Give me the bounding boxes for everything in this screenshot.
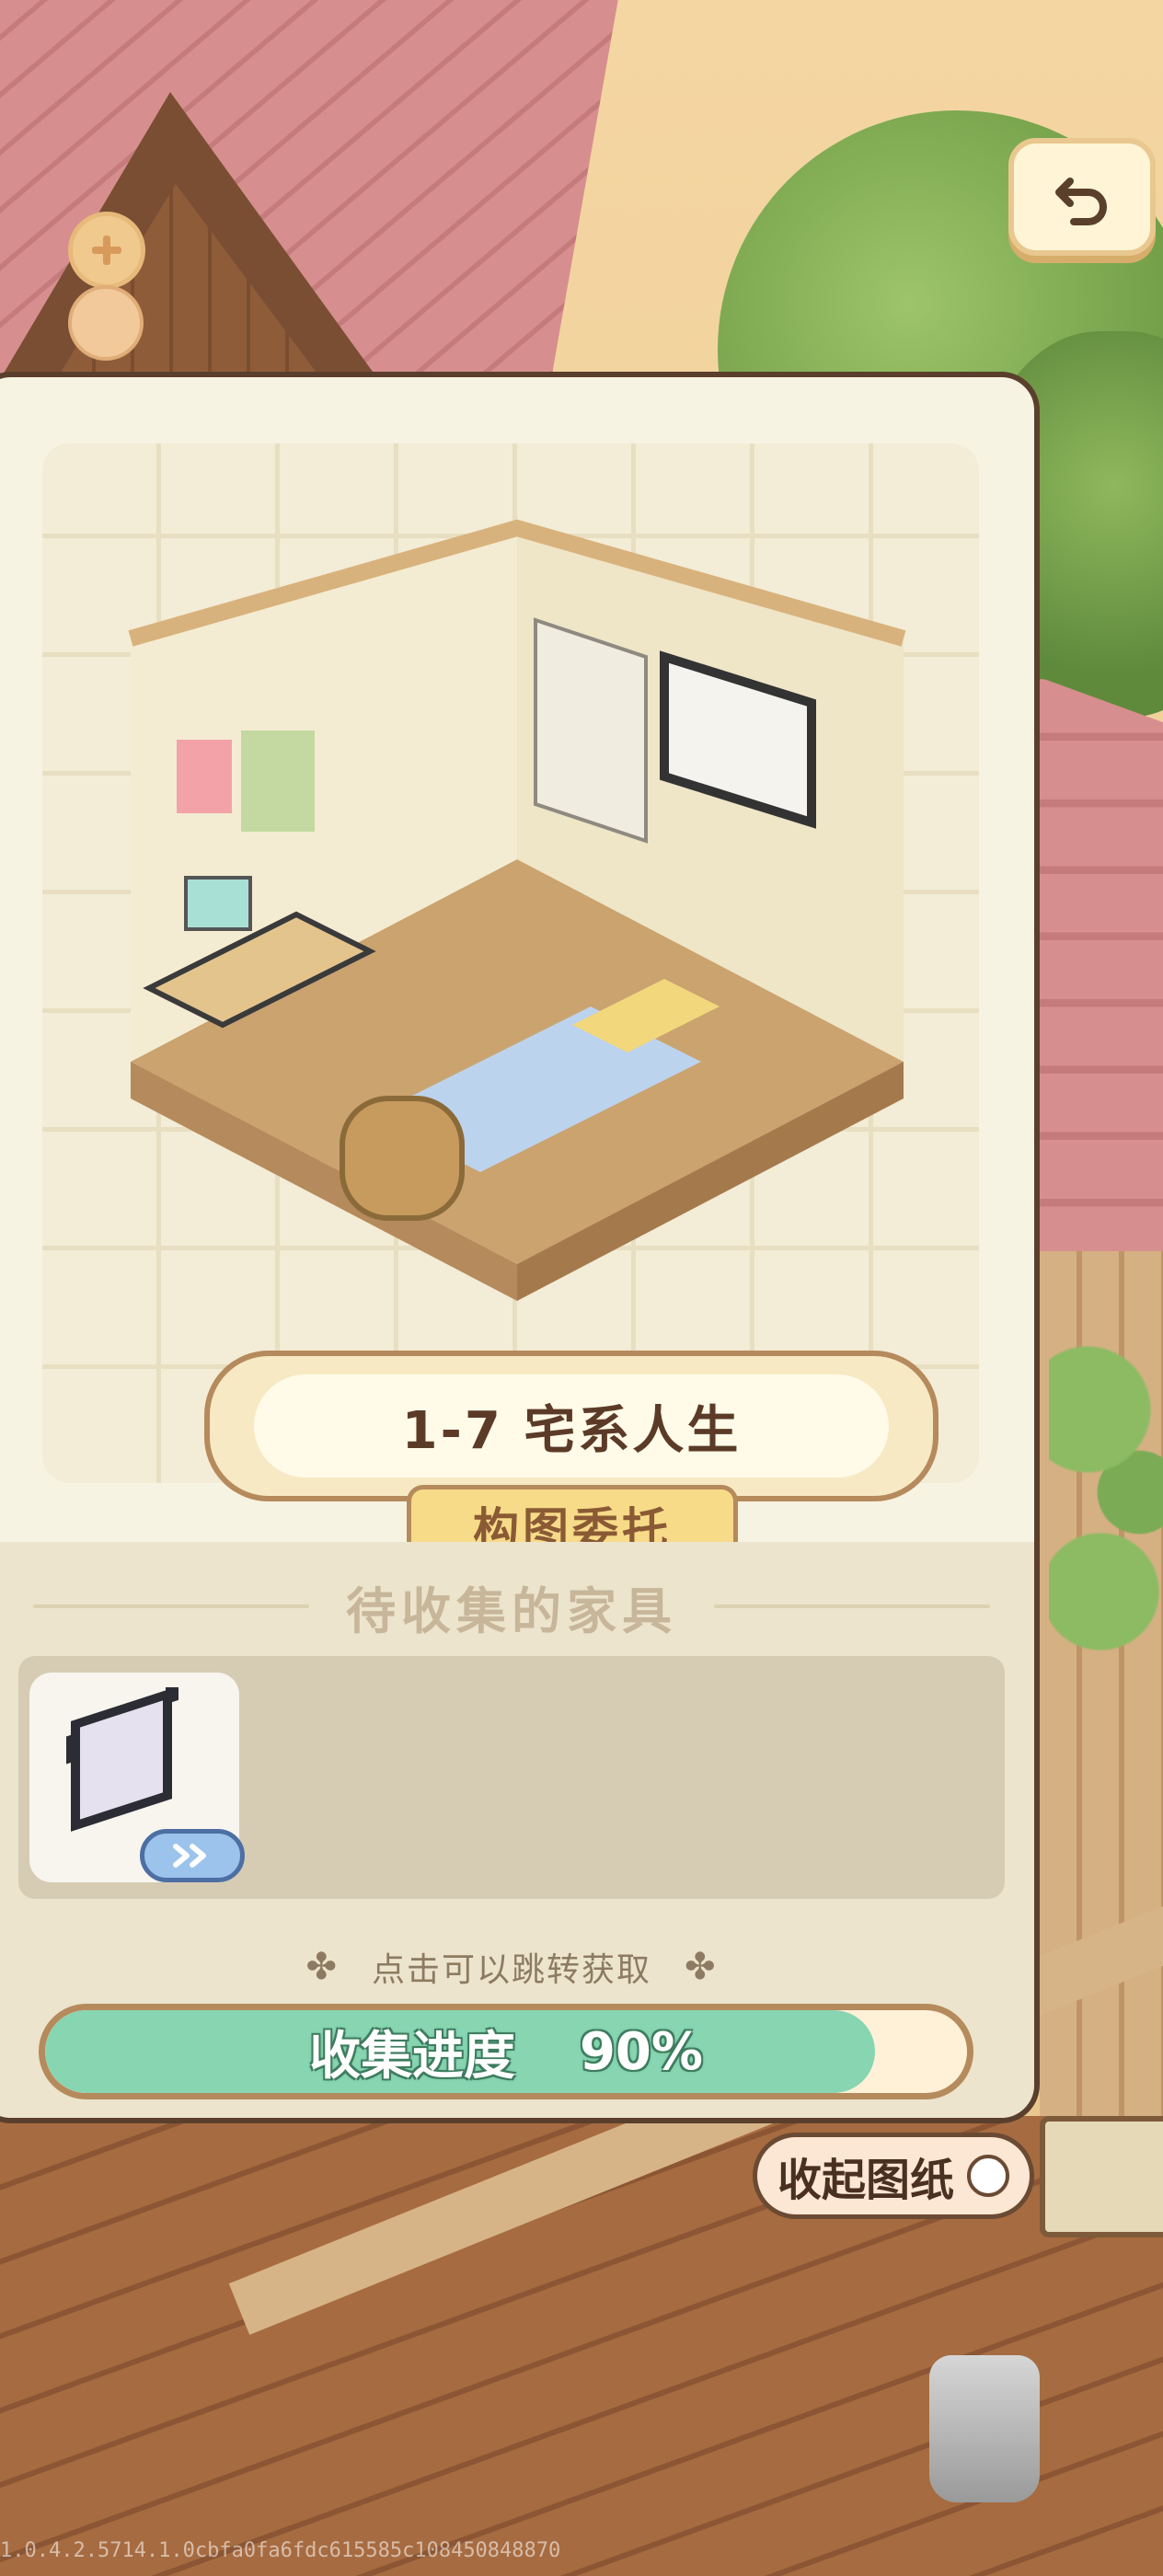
progress-value: 90% (579, 2021, 704, 2082)
hint-text-row: ✤ 点击可以跳转获取 ✤ (0, 1939, 1034, 1995)
watering-can (929, 2355, 1040, 2502)
version-string: 1.0.4.2.5714.1.0cbfa0fa6fdc615585c108450… (0, 2539, 561, 2562)
undo-arrow-icon (1055, 178, 1107, 225)
divider-left (33, 1604, 309, 1608)
side-table (1040, 2116, 1163, 2237)
collapse-icon (967, 2155, 1009, 2197)
avatar[interactable] (68, 285, 144, 361)
progress-text: 收集进度 90% (45, 2010, 967, 2093)
hint-text: 点击可以跳转获取 (371, 1951, 651, 1989)
collapse-label: 收起图纸 (777, 2155, 954, 2206)
room-preview: 1-7 宅系人生 构图委托 (42, 443, 979, 1568)
collection-title: 待收集的家具 (346, 1581, 677, 1640)
zoom-in-button[interactable] (68, 212, 145, 289)
blueprint-panel: 1-7 宅系人生 构图委托 待收集的家具 ✤ 点击可以跳转获取 ✤ 收集进度 9… (0, 372, 1040, 2123)
collection-header: 待收集的家具 (0, 1560, 1034, 1652)
level-title-plate: 1-7 宅系人生 (204, 1351, 938, 1501)
roof-right (1031, 673, 1163, 1351)
plus-icon (92, 236, 121, 265)
collapse-blueprint-button[interactable]: 收起图纸 (753, 2133, 1034, 2219)
clover-icon: ✤ (305, 1946, 339, 1988)
vine-leaves (1049, 1343, 1163, 1674)
room-illustration (128, 519, 906, 1301)
back-button[interactable] (1008, 138, 1156, 256)
double-chevron-right-icon (173, 1844, 206, 1868)
collection-progress-bar: 收集进度 90% (39, 2004, 973, 2099)
clover-icon: ✤ (685, 1946, 718, 1988)
level-title: 1-7 宅系人生 (254, 1374, 889, 1478)
divider-right (714, 1604, 990, 1608)
progress-label: 收集进度 (308, 2026, 515, 2087)
jump-badge[interactable] (140, 1829, 245, 1882)
